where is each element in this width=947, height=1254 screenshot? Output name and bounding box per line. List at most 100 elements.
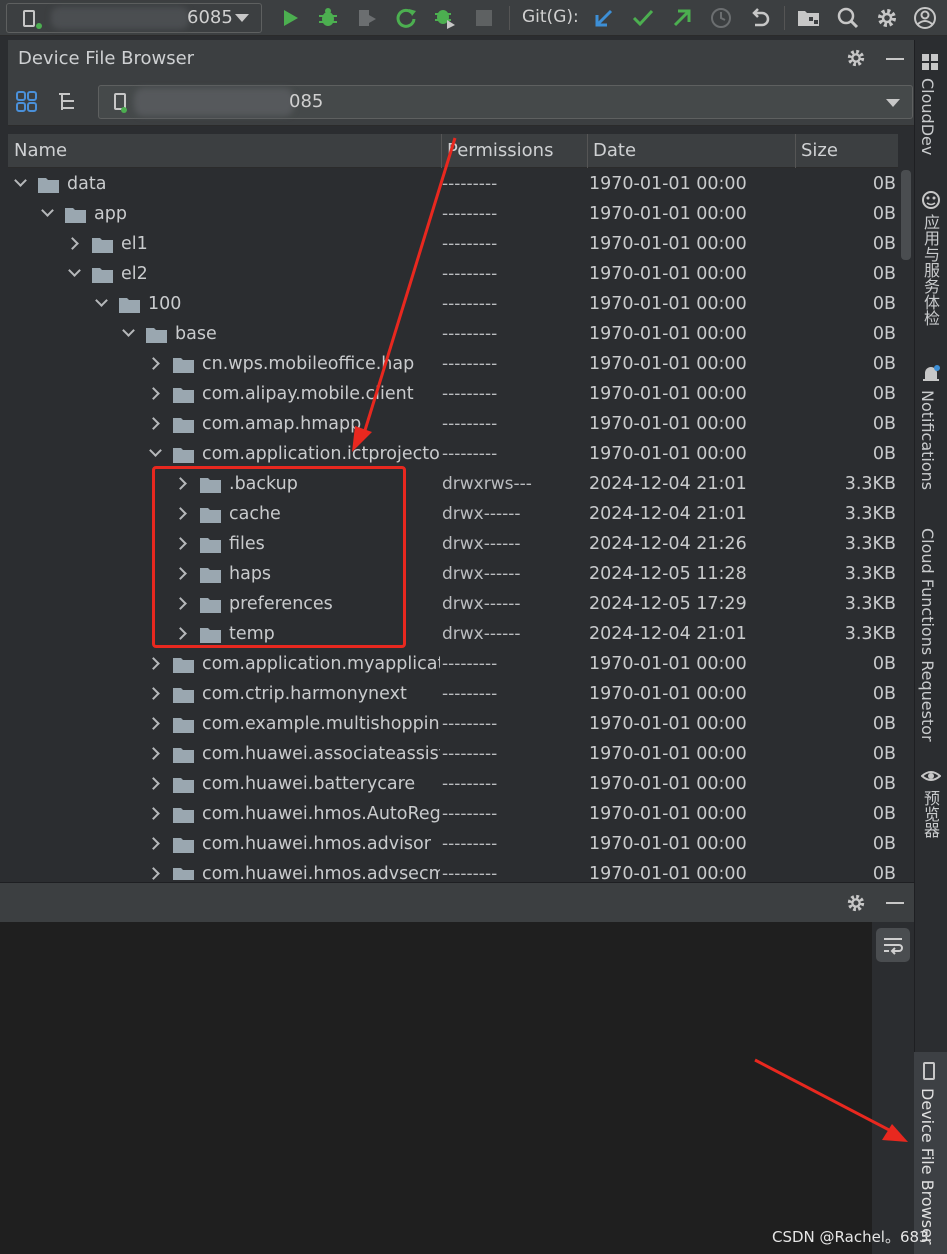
chevron-right-icon[interactable] (147, 747, 160, 760)
file-date: 1970-01-01 00:00 (589, 714, 747, 734)
tab-app-services[interactable]: 应用与服务体检 (918, 214, 942, 326)
column-divider[interactable] (441, 134, 442, 168)
file-permissions: --------- (442, 834, 498, 854)
tab-previewer[interactable]: 预览器 (918, 790, 942, 838)
minimize-icon[interactable] (886, 902, 904, 904)
file-permissions: --------- (442, 294, 498, 314)
redacted-device-name (134, 88, 294, 116)
table-row[interactable]: com.huawei.batterycare --------- 1970-01-0… (8, 770, 898, 800)
table-row[interactable]: cn.wps.mobileoffice.hap --------- 1970-01-… (8, 350, 898, 380)
column-size[interactable]: Size (801, 140, 838, 161)
column-name[interactable]: Name (14, 140, 67, 161)
attach-debugger-icon[interactable] (433, 6, 457, 30)
git-push-icon[interactable] (670, 6, 694, 30)
vertical-scrollbar[interactable] (901, 170, 911, 260)
minimize-icon[interactable] (886, 58, 904, 60)
table-row[interactable]: com.huawei.associateassistant--------- 19… (8, 740, 898, 770)
column-date[interactable]: Date (593, 140, 636, 161)
run-icon[interactable] (278, 6, 302, 30)
column-divider[interactable] (795, 134, 796, 168)
file-size: 3.3KB (844, 504, 896, 524)
folder-icon (173, 657, 194, 673)
chevron-right-icon[interactable] (147, 867, 160, 880)
tab-clouddev[interactable]: CloudDev (918, 78, 937, 155)
file-size: 0B (872, 354, 896, 374)
stop-icon[interactable] (472, 6, 496, 30)
file-size: 0B (872, 744, 896, 764)
chevron-down-icon[interactable] (14, 174, 27, 187)
search-icon[interactable] (836, 6, 860, 30)
chevron-right-icon[interactable] (147, 807, 160, 820)
table-row[interactable]: files drwx------ 2024-12-04 21:26 3.3KB (8, 530, 898, 560)
table-row[interactable]: cache drwx------ 2024-12-04 21:01 3.3KB (8, 500, 898, 530)
table-row[interactable]: base --------- 1970-01-01 00:00 0B (8, 320, 898, 350)
panel-gear-icon[interactable] (846, 48, 866, 73)
folder-icon (173, 687, 194, 703)
table-row[interactable]: com.huawei.hmos.AutoRegSvc--------- 1970-… (8, 800, 898, 830)
project-structure-icon[interactable] (797, 6, 821, 30)
chevron-right-icon[interactable] (147, 777, 160, 790)
bottom-gear-icon[interactable] (846, 893, 866, 918)
table-row[interactable]: com.alipay.mobile.client --------- 1970-01… (8, 380, 898, 410)
chevron-down-icon[interactable] (95, 294, 108, 307)
chevron-right-icon[interactable] (147, 837, 160, 850)
soft-wrap-icon[interactable] (876, 928, 910, 962)
chevron-right-icon[interactable] (147, 657, 160, 670)
apply-changes-icon[interactable] (394, 6, 418, 30)
file-size: 0B (872, 204, 896, 224)
main-toolbar: 6085 Git(G): (0, 0, 947, 36)
file-permissions: drwxrws--- (442, 474, 532, 494)
table-row[interactable]: temp drwx------ 2024-12-04 21:01 3.3KB (8, 620, 898, 650)
file-name: com.huawei.associateassistant (202, 744, 440, 764)
chevron-right-icon[interactable] (147, 357, 160, 370)
file-size: 0B (872, 684, 896, 704)
history-icon[interactable] (709, 6, 733, 30)
account-icon[interactable] (913, 6, 937, 30)
table-row[interactable]: .backup drwxrws--- 2024-12-04 21:01 3.3KB (8, 470, 898, 500)
chevron-right-icon[interactable] (147, 417, 160, 430)
table-header: Name Permissions Date Size (8, 134, 898, 168)
table-row[interactable]: com.example.multishopping --------- 1970-0… (8, 710, 898, 740)
column-divider[interactable] (587, 134, 588, 168)
profile-icon[interactable] (355, 6, 379, 30)
device-path-combo[interactable]: 085 (98, 85, 913, 119)
table-row[interactable]: el2 --------- 1970-01-01 00:00 0B (8, 260, 898, 290)
table-row[interactable]: com.huawei.hmos.advisor --------- 1970-01-… (8, 830, 898, 860)
log-output-area[interactable] (0, 922, 872, 1254)
tab-device-file-browser[interactable]: Device File Browser (914, 1052, 947, 1254)
tree-view-icon[interactable] (56, 91, 78, 118)
debug-icon[interactable] (316, 6, 340, 30)
tab-notifications[interactable]: Notifications (918, 390, 937, 490)
chevron-right-icon[interactable] (147, 687, 160, 700)
chevron-right-icon[interactable] (66, 237, 79, 250)
table-row[interactable]: data --------- 1970-01-01 00:00 0B (8, 170, 898, 200)
device-selector[interactable]: 6085 (6, 3, 262, 33)
device-grid-icon[interactable] (16, 91, 38, 118)
table-row[interactable]: com.huawei.hmos.advsecmode--------- 1970-… (8, 860, 898, 880)
file-date: 1970-01-01 00:00 (589, 354, 747, 374)
table-row[interactable]: app --------- 1970-01-01 00:00 0B (8, 200, 898, 230)
chevron-down-icon[interactable] (149, 444, 162, 457)
table-row[interactable]: com.application.ictprojector --------- 197… (8, 440, 898, 470)
chevron-down-icon[interactable] (68, 264, 81, 277)
table-row[interactable]: com.amap.hmapp --------- 1970-01-01 00:00 0… (8, 410, 898, 440)
table-row[interactable]: el1 --------- 1970-01-01 00:00 0B (8, 230, 898, 260)
table-row[interactable]: preferences drwx------ 2024-12-05 17:29 3.3… (8, 590, 898, 620)
chevron-down-icon[interactable] (122, 324, 135, 337)
git-commit-icon[interactable] (631, 6, 655, 30)
file-permissions: drwx------ (442, 504, 521, 524)
settings-icon[interactable] (875, 6, 899, 30)
git-update-icon[interactable] (592, 6, 616, 30)
table-row[interactable]: haps drwx------ 2024-12-05 11:28 3.3KB (8, 560, 898, 590)
file-permissions: --------- (442, 264, 498, 284)
table-row[interactable]: com.ctrip.harmonynext --------- 1970-01-01… (8, 680, 898, 710)
folder-icon (173, 747, 194, 763)
table-row[interactable]: com.application.myapplication--------- 19… (8, 650, 898, 680)
table-row[interactable]: 100 --------- 1970-01-01 00:00 0B (8, 290, 898, 320)
tab-cloud-functions[interactable]: Cloud Functions Requestor (918, 528, 937, 742)
column-permissions[interactable]: Permissions (447, 140, 553, 161)
rollback-icon[interactable] (748, 6, 772, 30)
chevron-right-icon[interactable] (147, 717, 160, 730)
chevron-down-icon[interactable] (41, 204, 54, 217)
chevron-right-icon[interactable] (147, 387, 160, 400)
